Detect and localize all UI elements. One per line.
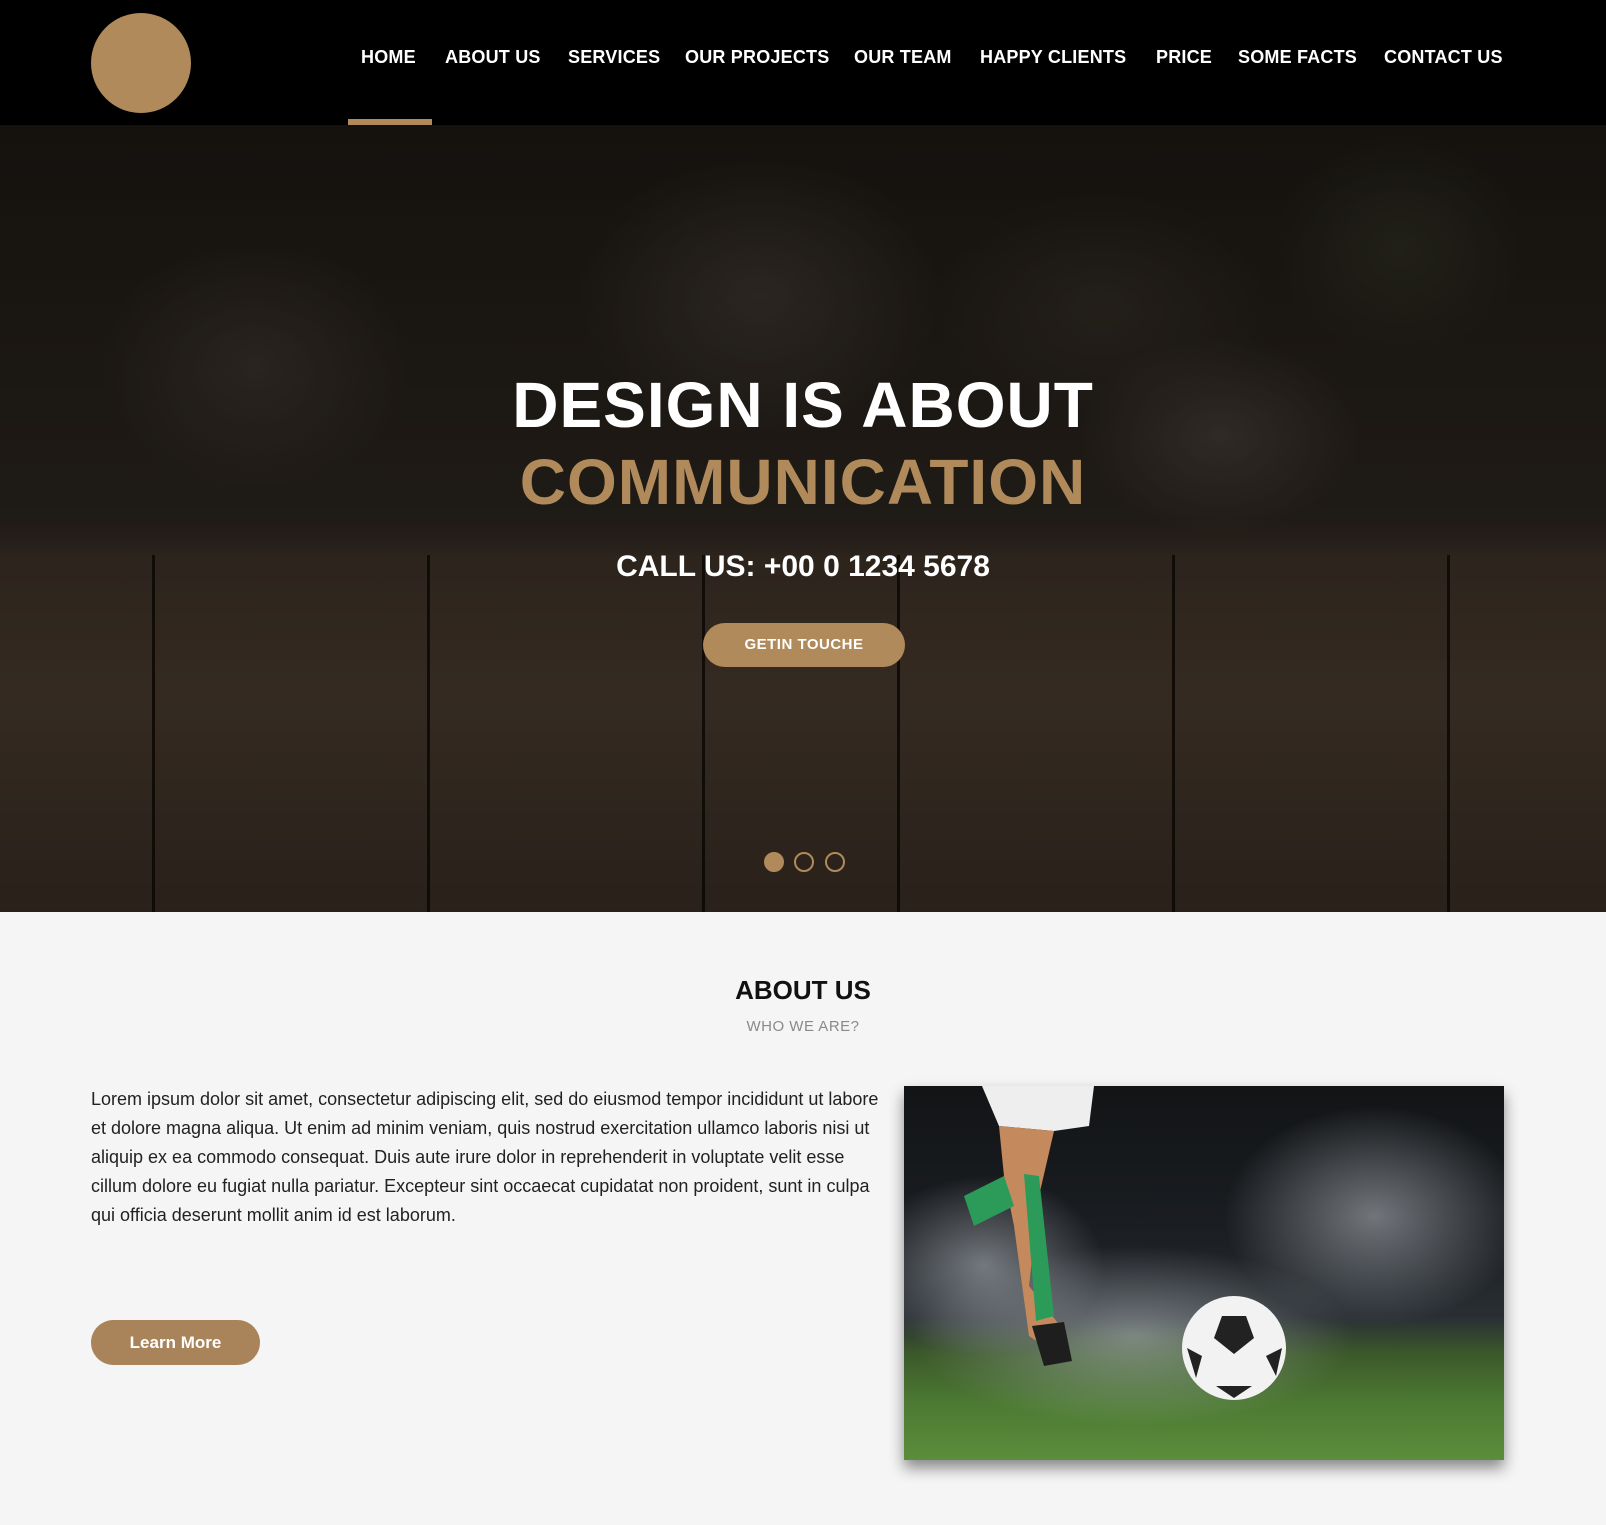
nav-our-team[interactable]: OUR TEAM	[854, 47, 952, 68]
nav-happy-clients[interactable]: HAPPY CLIENTS	[980, 47, 1126, 68]
logo[interactable]	[91, 13, 191, 113]
get-in-touch-button[interactable]: GETIN TOUCHE	[703, 623, 905, 667]
about-title: ABOUT US	[735, 975, 871, 1005]
hero-phone: CALL US: +00 0 1234 5678	[616, 550, 990, 583]
hero-title: DESIGN IS ABOUT	[512, 369, 1094, 441]
about-body: Lorem ipsum dolor sit amet, consectetur …	[91, 1089, 879, 1225]
soccer-player-illustration	[904, 1086, 1504, 1426]
slider-dot-1[interactable]	[764, 852, 784, 872]
about-image	[904, 1086, 1504, 1460]
hero-title-accent: COMMUNICATION	[519, 446, 1087, 518]
slider-dot-3[interactable]	[825, 852, 845, 872]
nav-services[interactable]: SERVICES	[568, 47, 660, 68]
about-subtitle: WHO WE ARE?	[746, 1018, 860, 1035]
hero-slider: DESIGN IS ABOUT COMMUNICATION CALL US: +…	[0, 125, 1606, 912]
nav-some-facts[interactable]: SOME FACTS	[1238, 47, 1357, 68]
nav-our-projects[interactable]: OUR PROJECTS	[685, 47, 829, 68]
learn-more-button[interactable]: Learn More	[91, 1320, 260, 1365]
nav-price[interactable]: PRICE	[1156, 47, 1212, 68]
nav-home[interactable]: HOME	[361, 47, 416, 68]
nav-about-us[interactable]: ABOUT US	[445, 47, 541, 68]
slider-dot-2[interactable]	[794, 852, 814, 872]
site-header: HOME ABOUT US SERVICES OUR PROJECTS OUR …	[0, 0, 1606, 125]
nav-contact-us[interactable]: CONTACT US	[1384, 47, 1503, 68]
